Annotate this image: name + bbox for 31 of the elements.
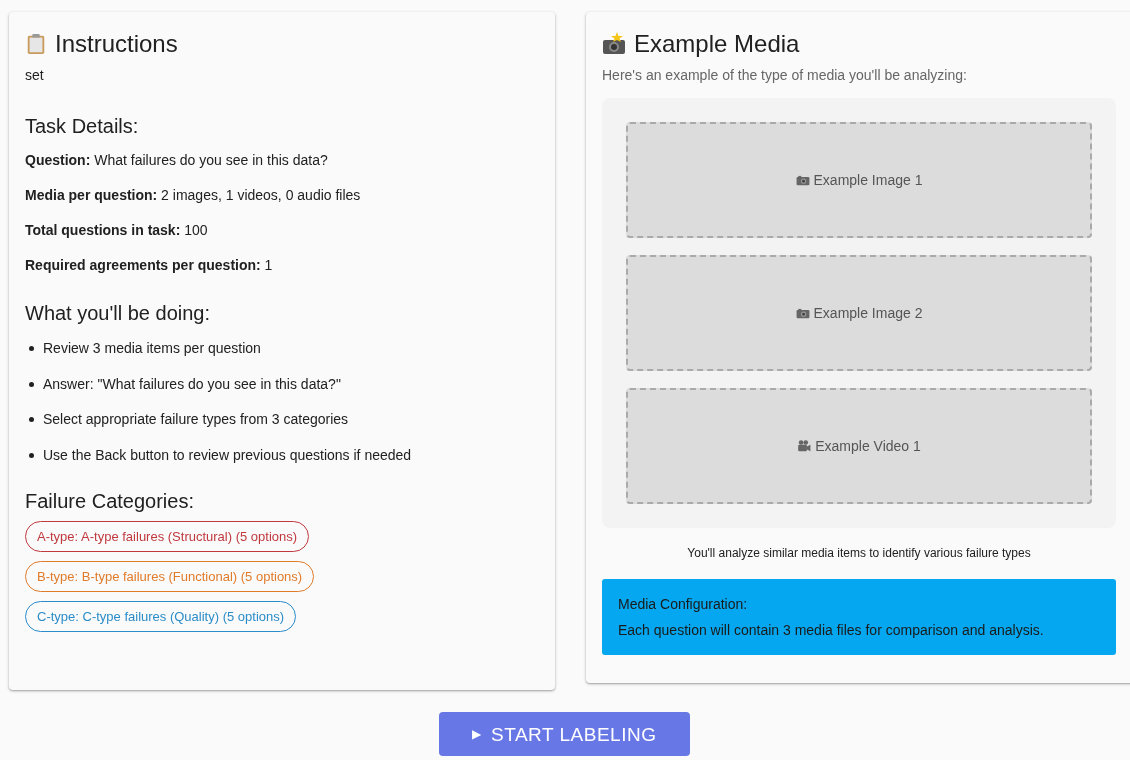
detail-text: Question: What failures do you see in this data?	[25, 151, 329, 170]
placeholder-label: Example Video 1	[815, 436, 921, 456]
section-heading: Failure Categories:	[25, 489, 195, 514]
camera-icon	[795, 173, 810, 187]
clipboard-icon	[25, 32, 47, 56]
description-text: set	[25, 66, 45, 85]
bullet-icon	[29, 346, 34, 352]
info-text: Each question will contain 3 media files for comparison and analysis.	[618, 621, 1045, 639]
card-title: Instructions	[55, 29, 178, 59]
list-item-text: Select appropriate failure types from 3 categories	[43, 410, 349, 430]
list-item-text: Answer: "What failures do you see in this data?"	[43, 374, 341, 394]
section-heading: What you'll be doing:	[25, 301, 212, 326]
subtitle-text: Here's an example of the type of media you'll be analyzing:	[602, 66, 968, 85]
bullet-icon	[29, 381, 34, 387]
bullet-icon	[29, 417, 34, 423]
video-camera-icon	[797, 439, 812, 453]
camera-icon	[795, 306, 810, 320]
bullet-icon	[29, 452, 34, 458]
info-title: Media Configuration:	[618, 595, 749, 613]
camera-icon	[602, 32, 626, 56]
caption-text: You'll analyze similar media items to identify various failure types	[686, 546, 1032, 560]
detail-text: Media per question: 2 images, 1 videos, 0 audio files	[25, 186, 362, 205]
detail-text: Required agreements per question: 1	[25, 256, 274, 275]
list-item-text: Use the Back button to review previous questions if needed	[43, 445, 412, 465]
list-item-text: Review 3 media items per question	[43, 339, 261, 359]
start-labeling-button[interactable]: ▶ START LABELING	[438, 712, 690, 756]
detail-text: Total questions in task: 100	[25, 221, 209, 240]
section-heading: Task Details:	[25, 114, 140, 139]
card-title: Example Media	[634, 29, 800, 59]
placeholder-label: Example Image 2	[813, 303, 923, 323]
placeholder-label: Example Image 1	[813, 170, 923, 190]
